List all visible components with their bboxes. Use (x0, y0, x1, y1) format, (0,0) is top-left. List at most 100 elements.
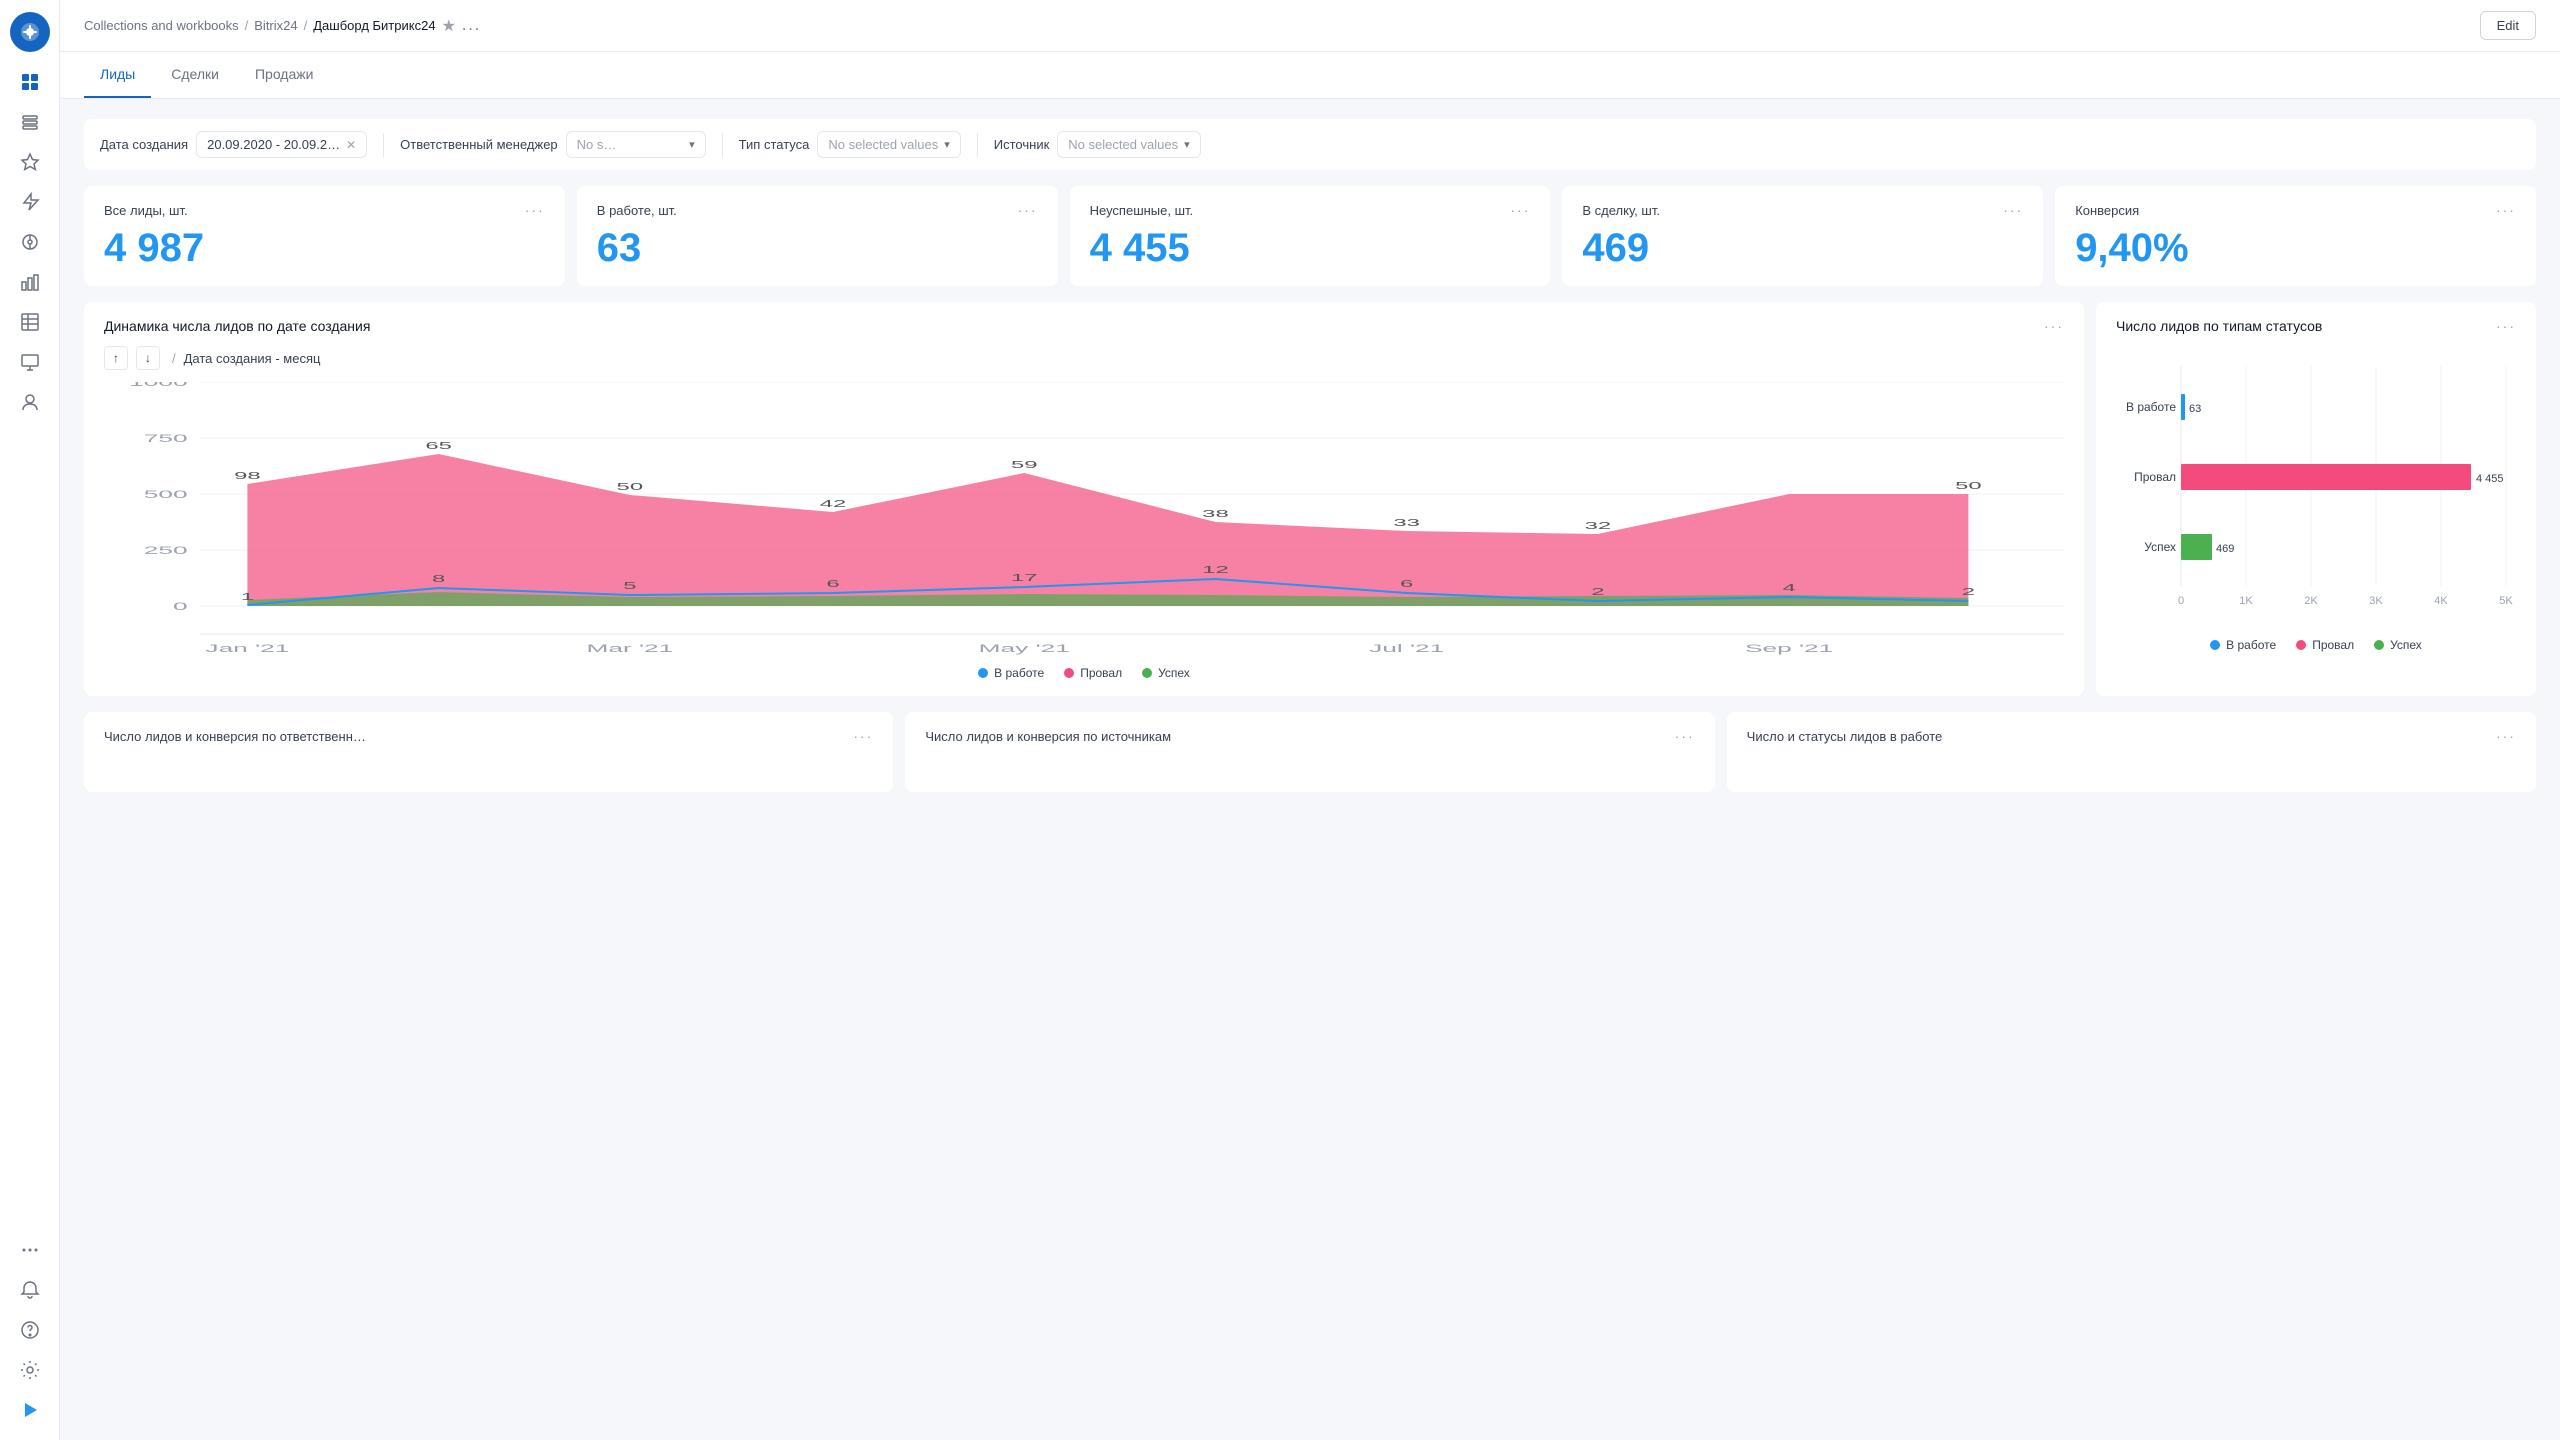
bar-chart-container: В работе Провал Успех 63 4 455 469 0 (2116, 346, 2516, 626)
sidebar-item-layers[interactable] (12, 104, 48, 140)
svg-text:500: 500 (144, 489, 188, 501)
app-logo[interactable] (10, 12, 50, 52)
status-filter: Тип статуса No selected values ▾ (739, 131, 961, 158)
bar-legend-dot-red (2296, 640, 2306, 650)
legend-label-red: Провал (1080, 666, 1122, 680)
kpi-card-3: В сделку, шт. ··· 469 (1562, 186, 2043, 286)
svg-text:2: 2 (1591, 586, 1604, 597)
chart-period: Дата создания - месяц (184, 351, 321, 366)
svg-text:Провал: Провал (2134, 470, 2176, 484)
kpi-card-2: Неуспешные, шт. ··· 4 455 (1070, 186, 1551, 286)
kpi-title-3: В сделку, шт. (1582, 203, 1660, 218)
kpi-value-3: 469 (1582, 226, 2023, 270)
bottom-card-more-0[interactable]: ··· (853, 728, 873, 744)
edit-button[interactable]: Edit (2480, 11, 2536, 40)
legend-blue: В работе (978, 666, 1044, 680)
manager-filter-select[interactable]: No s… ▾ (566, 131, 706, 158)
kpi-more-0[interactable]: ··· (525, 202, 545, 218)
status-value-text: No selected values (828, 137, 938, 152)
bottom-card-more-1[interactable]: ··· (1675, 728, 1695, 744)
sidebar-item-link[interactable] (12, 224, 48, 260)
svg-text:4K: 4K (2434, 595, 2448, 607)
breadcrumb: Collections and workbooks / Bitrix24 / Д… (84, 16, 481, 36)
sidebar-item-table[interactable] (12, 304, 48, 340)
chart-arrow-up[interactable]: ↑ (104, 346, 128, 370)
kpi-more-4[interactable]: ··· (2496, 202, 2516, 218)
kpi-more-2[interactable]: ··· (1510, 202, 1530, 218)
bottom-card-more-2[interactable]: ··· (2496, 728, 2516, 744)
kpi-more-1[interactable]: ··· (1018, 202, 1038, 218)
legend-dot-green (1142, 668, 1152, 678)
kpi-more-3[interactable]: ··· (2003, 202, 2023, 218)
status-filter-select[interactable]: No selected values ▾ (817, 131, 960, 158)
sidebar-item-question[interactable] (12, 1312, 48, 1348)
bar-green (2181, 534, 2212, 560)
svg-text:1000: 1000 (129, 382, 187, 389)
area-chart-container: 1000 750 500 250 0 (104, 382, 2064, 662)
svg-text:Jan '21: Jan '21 (205, 643, 289, 655)
area-chart-more[interactable]: ··· (2044, 318, 2064, 334)
source-filter-label: Источник (994, 137, 1050, 152)
svg-text:Jul '21: Jul '21 (1369, 643, 1444, 655)
sidebar-item-play[interactable] (12, 1392, 48, 1428)
sidebar-item-bolt[interactable] (12, 184, 48, 220)
favorite-icon[interactable]: ★ (442, 16, 456, 36)
bottom-card-header-0: Число лидов и конверсия по ответственн… … (104, 728, 873, 744)
source-value-text: No selected values (1068, 137, 1178, 152)
breadcrumb-collections[interactable]: Collections and workbooks (84, 18, 239, 33)
svg-text:1: 1 (241, 591, 254, 602)
svg-text:2: 2 (1962, 586, 1975, 597)
date-filter: Дата создания 20.09.2020 - 20.09.2… ✕ (100, 131, 367, 158)
legend-dot-blue (978, 668, 988, 678)
tab-lidy[interactable]: Лиды (84, 52, 151, 98)
sidebar-item-star[interactable] (12, 144, 48, 180)
bar-chart-more[interactable]: ··· (2496, 318, 2516, 334)
breadcrumb-bitrix[interactable]: Bitrix24 (254, 18, 297, 33)
bottom-card-0: Число лидов и конверсия по ответственн… … (84, 712, 893, 792)
kpi-title-2: Неуспешные, шт. (1090, 203, 1194, 218)
area-chart-legend: В работе Провал Успех (104, 666, 2064, 680)
sidebar (0, 0, 60, 1440)
svg-text:12: 12 (1202, 564, 1229, 575)
sidebar-item-grid[interactable] (12, 64, 48, 100)
svg-text:5: 5 (623, 580, 636, 591)
svg-text:4 455: 4 455 (2476, 473, 2504, 485)
svg-text:6: 6 (826, 578, 839, 589)
svg-text:32: 32 (1585, 520, 1612, 531)
kpi-title-1: В работе, шт. (597, 203, 677, 218)
chart-arrow-down[interactable]: ↓ (136, 346, 160, 370)
tab-sdelki[interactable]: Сделки (155, 52, 235, 98)
svg-text:469: 469 (2216, 543, 2234, 555)
manager-filter-label: Ответственный менеджер (400, 137, 558, 152)
bottom-card-1: Число лидов и конверсия по источникам ··… (905, 712, 1714, 792)
bar-legend-label-blue: В работе (2226, 638, 2276, 652)
area-chart-svg: 1000 750 500 250 0 (104, 382, 2064, 662)
svg-text:38: 38 (1202, 508, 1229, 519)
sidebar-item-monitor[interactable] (12, 344, 48, 380)
sidebar-item-bar[interactable] (12, 264, 48, 300)
svg-text:В работе: В работе (2126, 400, 2176, 414)
bar-chart-svg: В работе Провал Успех 63 4 455 469 0 (2116, 346, 2516, 626)
topbar-more-icon[interactable]: ... (462, 17, 481, 35)
svg-text:50: 50 (617, 481, 644, 492)
sidebar-item-user[interactable] (12, 384, 48, 420)
tab-prodazhi[interactable]: Продажи (239, 52, 329, 98)
chart-controls: ↑ ↓ / Дата создания - месяц (104, 346, 2064, 370)
svg-text:59: 59 (1011, 459, 1038, 470)
date-filter-value[interactable]: 20.09.2020 - 20.09.2… ✕ (196, 131, 367, 158)
topbar-actions: Edit (2480, 11, 2536, 40)
legend-green: Успех (1142, 666, 1190, 680)
bottom-card-header-1: Число лидов и конверсия по источникам ··… (925, 728, 1694, 744)
breadcrumb-sep-1: / (245, 18, 249, 33)
source-filter-select[interactable]: No selected values ▾ (1057, 131, 1200, 158)
bar-legend-red: Провал (2296, 638, 2354, 652)
bar-chart-legend: В работе Провал Успех (2116, 638, 2516, 652)
sidebar-item-bell[interactable] (12, 1272, 48, 1308)
date-filter-label: Дата создания (100, 137, 188, 152)
bar-red (2181, 464, 2471, 490)
sidebar-item-gear[interactable] (12, 1352, 48, 1388)
kpi-value-2: 4 455 (1090, 226, 1531, 270)
breadcrumb-sep-2: / (304, 18, 308, 33)
date-clear-button[interactable]: ✕ (346, 138, 356, 152)
sidebar-item-more[interactable] (12, 1232, 48, 1268)
